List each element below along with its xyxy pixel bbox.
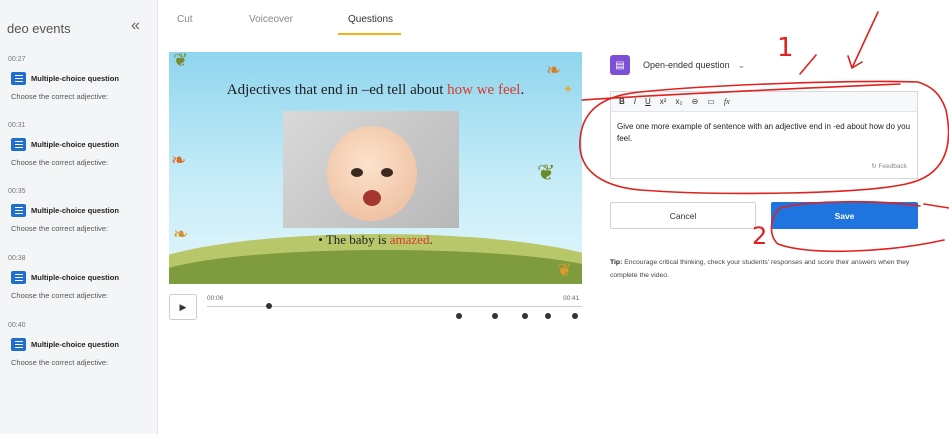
question-marker[interactable]	[522, 313, 528, 319]
chevron-down-icon: ⌄	[737, 60, 746, 70]
italic-button[interactable]: I	[634, 97, 636, 106]
event-item[interactable]: 00:38 Multiple-choice question Choose th…	[8, 255, 156, 300]
collapse-sidebar-icon[interactable]: «	[131, 17, 140, 35]
list-icon	[11, 271, 26, 284]
annotation-label: 2	[752, 222, 768, 250]
current-time: 00:06	[207, 295, 224, 302]
timeline-playhead[interactable]	[266, 303, 272, 309]
sidebar-title: deo events	[7, 21, 71, 36]
event-item[interactable]: 00:35 Multiple-choice question Choose th…	[8, 188, 156, 233]
question-marker[interactable]	[456, 313, 462, 319]
event-subtitle: Choose the correct adjective:	[11, 358, 109, 367]
annotation-arrow	[799, 54, 817, 75]
question-type-select[interactable]: Open-ended question ⌄	[643, 60, 745, 71]
question-marker[interactable]	[572, 313, 578, 319]
video-preview[interactable]: ❦ ❧ ✦ ❧ ❦ ❧ ❦ Adjectives that end in –ed…	[169, 52, 582, 284]
active-tab-indicator	[338, 33, 401, 35]
leaf-icon: ❧	[171, 150, 187, 170]
list-icon	[11, 338, 26, 351]
event-subtitle: Choose the correct adjective:	[11, 158, 109, 167]
question-marker[interactable]	[545, 313, 551, 319]
video-events-sidebar: deo events « 00:27 Multiple-choice quest…	[0, 0, 158, 434]
event-subtitle: Choose the correct adjective:	[11, 291, 109, 300]
event-label: Multiple-choice question	[31, 140, 119, 149]
tab-cut[interactable]: Cut	[177, 14, 193, 25]
cancel-button[interactable]: Cancel	[610, 202, 756, 229]
editor-toolbar: B I U x² x₂ ⊖ ▭ fx	[611, 92, 917, 112]
tip-text: Tip: Encourage critical thinking, check …	[610, 259, 910, 279]
leaf-icon: ❦	[537, 160, 556, 185]
event-time: 00:40	[8, 322, 26, 329]
annotation-arrow	[847, 11, 879, 69]
subscript-button[interactable]: x₂	[675, 97, 682, 106]
video-slide-caption: • The baby is amazed.	[318, 232, 433, 247]
question-marker[interactable]	[492, 313, 498, 319]
link-button[interactable]: ⊖	[692, 97, 699, 106]
bold-button[interactable]: B	[619, 97, 625, 106]
event-item[interactable]: 00:31 Multiple-choice question Choose th…	[8, 122, 156, 167]
tab-voiceover[interactable]: Voiceover	[249, 14, 293, 25]
list-icon	[11, 72, 26, 85]
event-label: Multiple-choice question	[31, 273, 119, 282]
video-slide-title: Adjectives that end in –ed tell about ho…	[226, 82, 525, 98]
underline-button[interactable]: U	[645, 97, 651, 106]
tab-questions[interactable]: Questions	[348, 14, 393, 25]
list-icon	[11, 204, 26, 217]
event-time: 00:27	[8, 56, 26, 63]
event-subtitle: Choose the correct adjective:	[11, 224, 109, 233]
event-time: 00:35	[8, 188, 26, 195]
superscript-button[interactable]: x²	[660, 97, 667, 106]
save-button[interactable]: Save	[771, 202, 918, 229]
image-button[interactable]: ▭	[707, 97, 715, 106]
formula-button[interactable]: fx	[724, 97, 730, 106]
event-time: 00:38	[8, 255, 26, 262]
play-button[interactable]: ▶	[169, 294, 197, 320]
event-label: Multiple-choice question	[31, 206, 119, 215]
timeline-track[interactable]	[207, 306, 582, 307]
question-text-input[interactable]: Give one more example of sentence with a…	[611, 112, 917, 154]
event-item[interactable]: 00:40 Multiple-choice question Choose th…	[8, 322, 156, 367]
event-item[interactable]: 00:27 Multiple-choice question Choose th…	[8, 56, 156, 101]
annotation-label: 1	[777, 33, 794, 63]
leaf-icon: ❦	[557, 260, 573, 280]
list-icon	[11, 138, 26, 151]
end-time: 00:41	[563, 295, 580, 302]
open-question-icon: ▤	[610, 55, 630, 75]
feedback-link[interactable]: ↻ Feedback	[871, 162, 907, 170]
leaf-icon: ❧	[546, 60, 562, 80]
event-label: Multiple-choice question	[31, 74, 119, 83]
event-label: Multiple-choice question	[31, 340, 119, 349]
baby-photo	[283, 111, 459, 228]
question-editor[interactable]: B I U x² x₂ ⊖ ▭ fx Give one more example…	[610, 91, 918, 179]
event-subtitle: Choose the correct adjective:	[11, 92, 109, 101]
annotation-arrow	[923, 203, 949, 209]
leaf-icon: ❦	[173, 52, 189, 70]
event-time: 00:31	[8, 122, 26, 129]
